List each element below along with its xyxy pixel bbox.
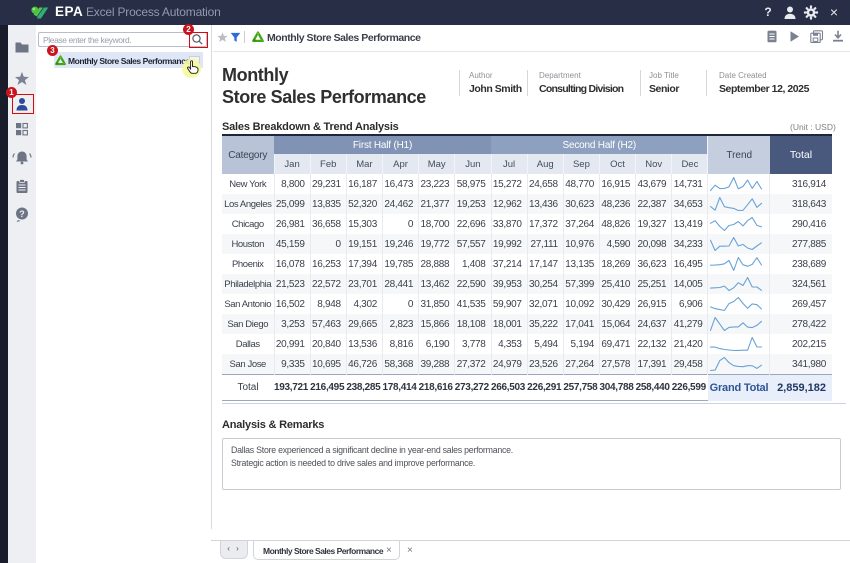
svg-text:?: ? <box>19 209 25 219</box>
